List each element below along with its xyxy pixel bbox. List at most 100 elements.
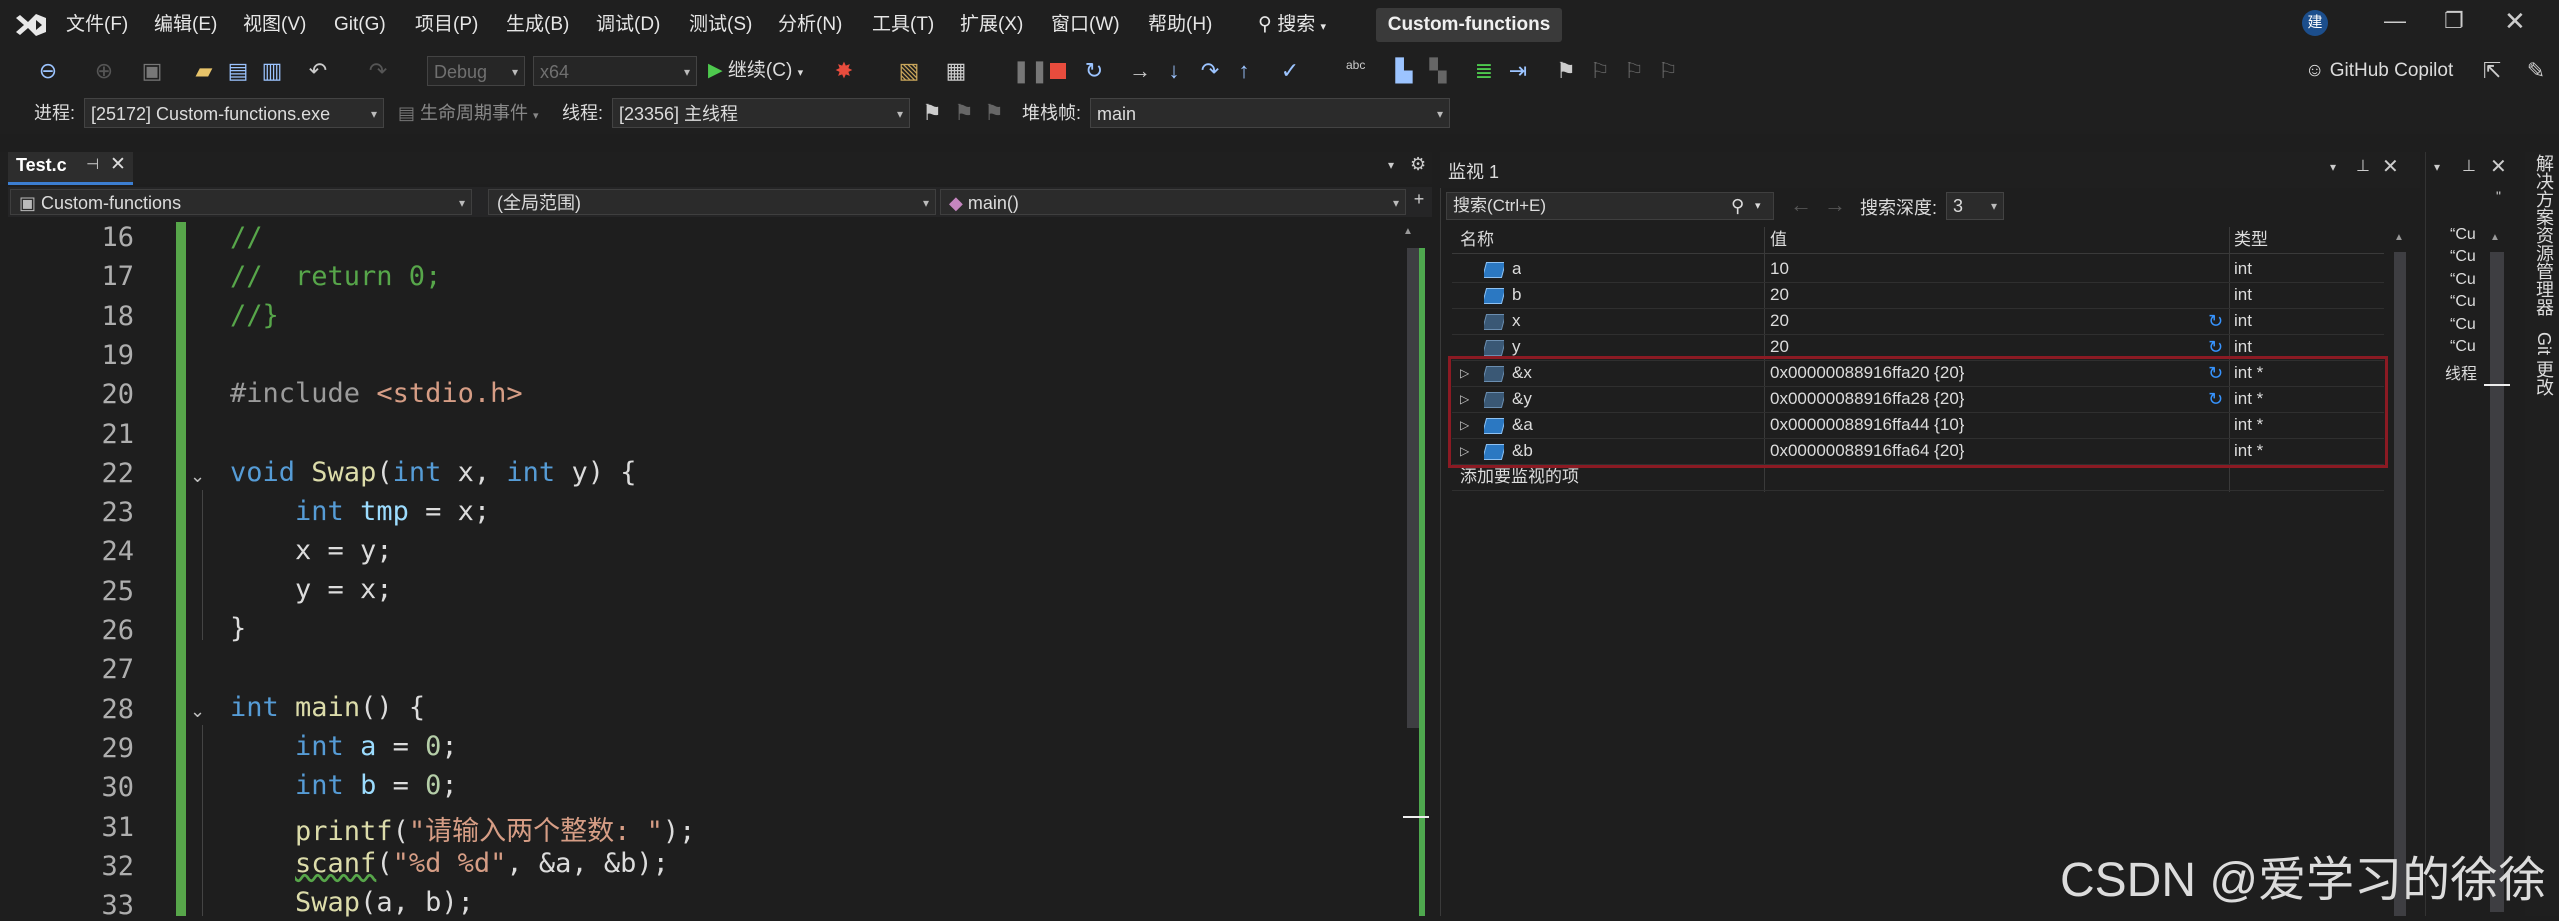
scroll-up-icon[interactable]: ▲ [2490,232,2500,243]
close-panel-icon[interactable]: ✕ [2490,154,2507,179]
redo-icon[interactable]: ↷ [364,50,392,92]
watch-value[interactable]: 20 [1770,308,1789,334]
watch-row[interactable]: b 20 int [1452,282,2384,309]
menu-item[interactable]: 分析(N) [778,0,842,50]
flag-thread-icon[interactable]: ⚑ [918,92,946,134]
menu-item[interactable]: Git(G) [334,0,386,50]
refresh-icon[interactable]: ↻ [2208,308,2223,334]
clear-bookmarks-icon[interactable]: ⚐ [1654,50,1682,92]
show-flagged-only-icon[interactable]: ⚑ [980,92,1008,134]
scroll-thumb[interactable] [2490,252,2504,912]
watch-value[interactable]: 10 [1770,256,1789,282]
tab-git-changes[interactable]: Git 更改 [2531,332,2557,396]
break-all-icon[interactable]: ❚❚ [1012,50,1049,92]
close-window-button[interactable]: ✕ [2504,6,2526,37]
format-icon[interactable]: ≣ [1470,50,1498,92]
watch-scrollbar[interactable]: ▲ [2392,230,2408,916]
tab-test-c[interactable]: Test.c ⊣ ✕ [8,152,133,185]
member-nav-select[interactable]: ◆ main() ▾ [940,189,1406,215]
search-next-icon[interactable]: → [1824,192,1846,218]
github-copilot-button[interactable]: ☺ GitHub Copilot [2305,50,2453,92]
close-tab-icon[interactable]: ✕ [110,153,126,176]
watch-name[interactable]: x [1512,308,1521,334]
thread-tab-label[interactable]: 线程 [2445,360,2477,384]
watch-row[interactable]: a 10 int [1452,256,2384,283]
save-icon[interactable]: ▤ [224,50,252,92]
editor-scrollbar[interactable]: ▲ [1403,222,1429,916]
minimize-button[interactable]: — [2384,8,2406,34]
menu-item[interactable]: 测试(S) [689,0,752,50]
tab-solution-explorer[interactable]: 解决方案资源管理器 [2531,154,2557,316]
menu-item[interactable]: 视图(V) [243,0,306,50]
split-editor-button[interactable]: + [1406,189,1432,215]
menu-item[interactable]: 文件(F) [66,0,128,50]
feedback-icon[interactable]: ✎ [2522,50,2550,92]
share-icon[interactable]: ⇱ [2478,50,2506,92]
menu-item[interactable]: 工具(T) [872,0,934,50]
watch-name[interactable]: b [1512,282,1521,308]
close-panel-icon[interactable]: ✕ [2382,154,2399,179]
window-position-icon[interactable]: ▾ [2434,160,2440,174]
column-type-header[interactable]: 类型 [2234,227,2268,253]
scroll-up-icon[interactable]: ▲ [2394,232,2404,243]
watch-name[interactable]: a [1512,256,1521,282]
platform-select[interactable]: x64 ▾ [533,56,697,86]
comment-icon[interactable]: ▙ [1390,50,1418,92]
menu-item[interactable]: 项目(P) [415,0,478,50]
breakpoint-toggle-icon[interactable]: ✓ [1276,50,1304,92]
thread-select[interactable]: [23356] 主线程 ▾ [612,98,910,128]
column-value-header[interactable]: 值 [1770,227,1787,253]
step-into-icon[interactable]: ↓ [1160,50,1188,92]
settings-gear-icon[interactable]: ⚙ [1410,154,1426,175]
search-previous-icon[interactable]: ← [1790,192,1812,218]
uncomment-icon[interactable]: ▚ [1424,50,1452,92]
open-folder-icon[interactable]: ▰ [190,50,218,92]
tab-list-dropdown-icon[interactable]: ▾ [1388,158,1394,172]
bookmark-icon[interactable]: ⚑ [1552,50,1580,92]
restart-icon[interactable]: ↻ [1080,50,1108,92]
spellcheck-icon[interactable]: abc [1346,58,1365,72]
stack-frame-select[interactable]: main ▾ [1090,98,1450,128]
search-button[interactable]: ⚲ 搜索 ▾ [1258,10,1348,40]
project-nav-select[interactable]: ▣ Custom-functions ▾ [10,189,472,215]
menu-item[interactable]: 调试(D) [596,0,660,50]
restore-button[interactable]: ❐ [2444,8,2464,34]
attach-icon[interactable]: ▧ [895,50,923,92]
navigate-back-icon[interactable]: ⊖ [34,50,62,92]
hot-reload-icon[interactable]: ✸ [830,50,858,92]
navigate-forward-icon[interactable]: ⊕ [90,50,118,92]
menu-item[interactable]: 扩展(X) [960,0,1023,50]
diagnostic-tools-icon[interactable]: ▦ [942,50,970,92]
side-panel-scrollbar[interactable]: ▲ [2482,230,2512,916]
menu-item[interactable]: 编辑(E) [154,0,217,50]
menu-item[interactable]: 帮助(H) [1148,0,1212,50]
scroll-thumb[interactable] [2394,252,2406,916]
stop-debugging-icon[interactable] [1050,63,1066,79]
menu-item[interactable]: 窗口(W) [1051,0,1120,50]
lifecycle-events-button[interactable]: ▤ 生命周期事件 ▾ [398,92,539,137]
pin-icon[interactable]: ⊥ [2462,156,2476,176]
configuration-select[interactable]: Debug ▾ [427,56,525,86]
watch-search-input[interactable]: 搜索(Ctrl+E) ⚲ ▾ [1446,192,1774,220]
overflow-icon[interactable]: " [2496,188,2501,204]
add-watch-row[interactable]: 添加要监视的项 [1452,464,2384,491]
scroll-up-icon[interactable]: ▲ [1403,226,1413,237]
window-position-icon[interactable]: ▾ [2330,160,2336,174]
flag-all-threads-icon[interactable]: ⚑ [950,92,978,134]
new-project-icon[interactable]: ▣ [138,50,166,92]
menu-item[interactable]: 生成(B) [506,0,569,50]
watch-row[interactable]: x 20 ↻ int [1452,308,2384,335]
process-select[interactable]: [25172] Custom-functions.exe ▾ [84,98,384,128]
indent-icon[interactable]: ⇥ [1504,50,1532,92]
undo-icon[interactable]: ↶ [304,50,332,92]
scope-nav-select[interactable]: (全局范围) ▾ [488,189,936,215]
next-bookmark-icon[interactable]: ⚐ [1620,50,1648,92]
continue-button[interactable]: ▶ 继续(C) ▾ [708,56,803,86]
show-next-statement-icon[interactable]: → [1126,50,1154,92]
search-depth-select[interactable]: 3 ▾ [1946,192,2004,220]
column-name-header[interactable]: 名称 [1460,227,1494,253]
watch-value[interactable]: 20 [1770,282,1789,308]
prev-bookmark-icon[interactable]: ⚐ [1586,50,1614,92]
step-over-icon[interactable]: ↷ [1196,50,1224,92]
save-all-icon[interactable]: ▥ [258,50,286,92]
